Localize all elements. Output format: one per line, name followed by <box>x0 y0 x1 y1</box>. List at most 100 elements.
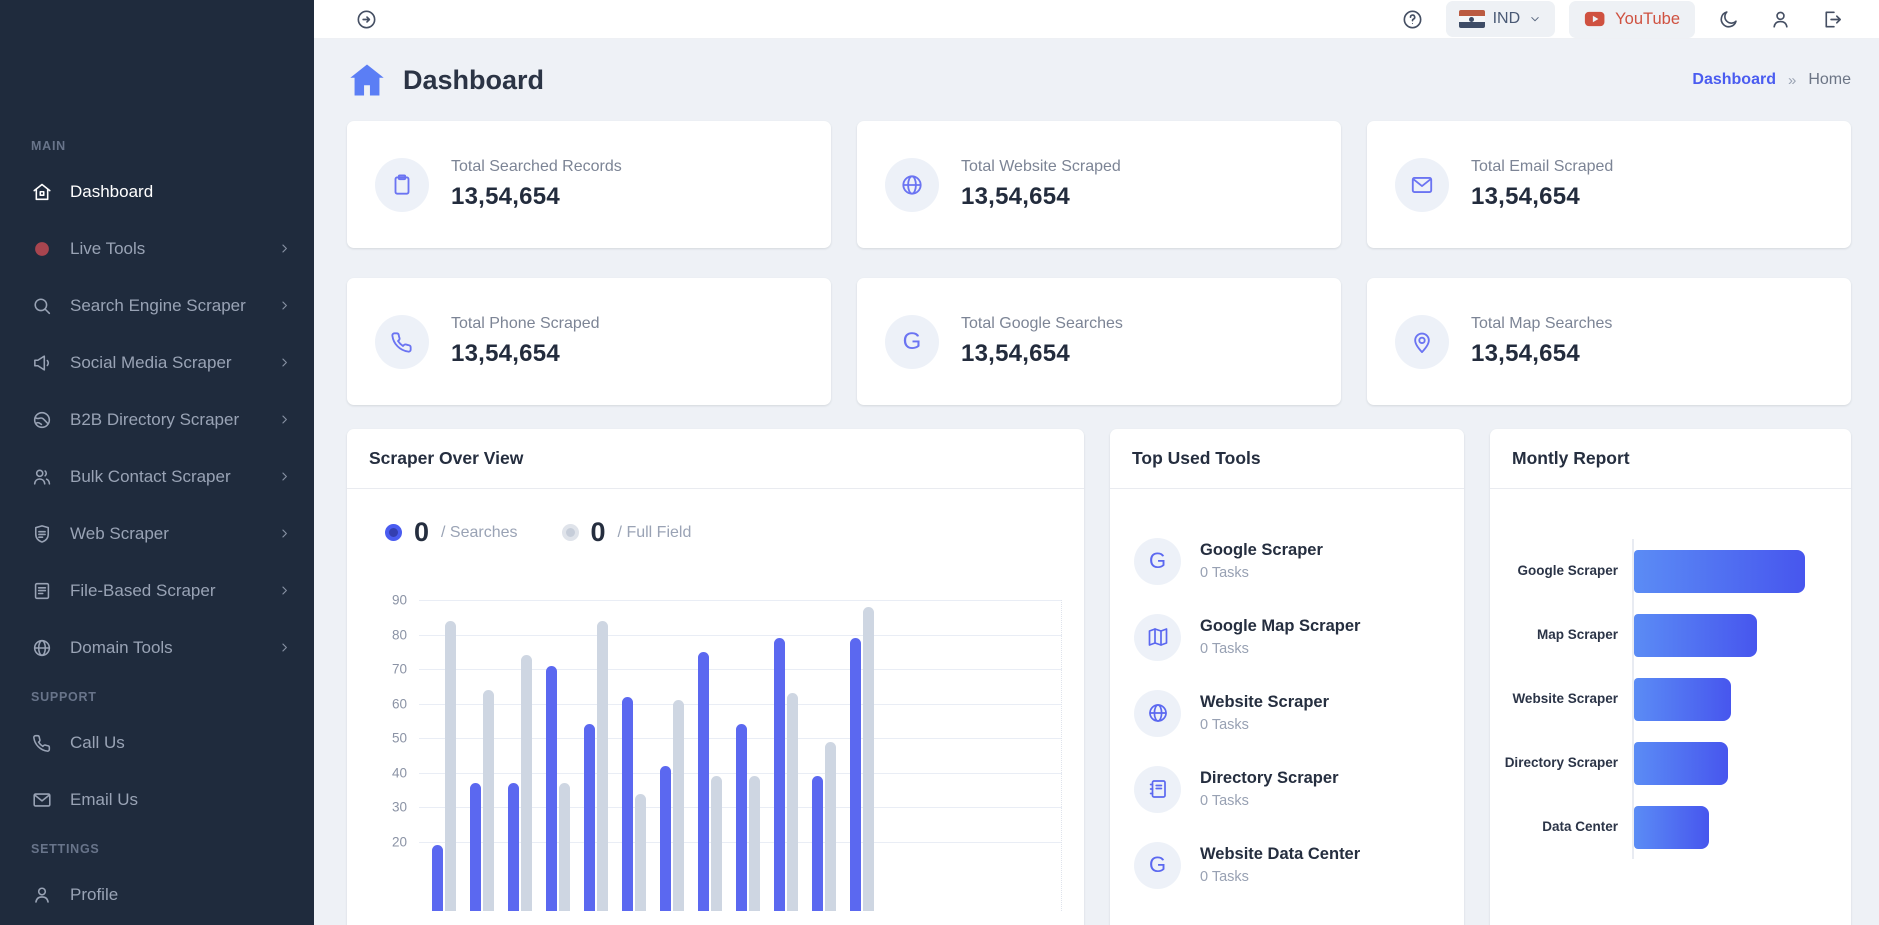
legend-item-full-field[interactable]: 0 / Full Field <box>562 517 692 548</box>
sidebar-item-search-engine-scraper[interactable]: Search Engine Scraper <box>0 277 314 334</box>
chevron-right-icon <box>277 526 292 541</box>
legend-label-full-field: / Full Field <box>618 524 692 542</box>
chevron-right-icon <box>277 241 292 256</box>
y-axis-tick-label: 30 <box>367 800 407 815</box>
mail-icon <box>31 789 53 811</box>
bar-full-field-10 <box>787 693 798 911</box>
globe-icon <box>1134 690 1181 737</box>
stat-card-total-website-scraped: Total Website Scraped13,54,654 <box>857 121 1341 248</box>
tool-name: Website Scraper <box>1200 693 1329 712</box>
sidebar-item-email-us[interactable]: Email Us <box>0 771 314 828</box>
sidebar-item-bulk-contact-scraper[interactable]: Bulk Contact Scraper <box>0 448 314 505</box>
top-tools-panel: Top Used Tools GGoogle Scraper0 TasksGoo… <box>1110 429 1464 925</box>
monthly-bar-google-scraper <box>1634 550 1805 593</box>
chevron-right-icon <box>277 412 292 427</box>
globe-icon <box>31 637 53 659</box>
sidebar-item-live-tools[interactable]: Live Tools <box>0 220 314 277</box>
india-flag-icon <box>1459 10 1485 28</box>
circle-arrow-right-icon <box>355 8 378 31</box>
main-column: IND YouTube <box>314 0 1879 925</box>
sidebar-item-call-us[interactable]: Call Us <box>0 714 314 771</box>
profile-button[interactable] <box>1761 0 1799 38</box>
tool-task-count: 0 Tasks <box>1200 793 1339 809</box>
bar-full-field-4 <box>559 783 570 911</box>
scraper-overview-panel: Scraper Over View 0 / Searches 0 / Full … <box>347 429 1084 925</box>
y-axis-tick-label: 70 <box>367 662 407 677</box>
scraper-bar-chart: 9080706050403020 <box>367 579 1064 925</box>
monthly-bar-data-center <box>1634 806 1709 849</box>
breadcrumb-current[interactable]: Dashboard <box>1692 71 1776 89</box>
stat-text: Total Google Searches13,54,654 <box>961 315 1123 368</box>
g-letter-icon: G <box>885 315 939 369</box>
tool-task-count: 0 Tasks <box>1200 717 1329 733</box>
tool-item-google-scraper[interactable]: GGoogle Scraper0 Tasks <box>1134 523 1440 599</box>
bar-searches-10 <box>774 638 785 911</box>
theme-toggle-button[interactable] <box>1709 0 1747 38</box>
bar-searches-2 <box>470 783 481 911</box>
y-axis-tick-label: 80 <box>367 627 407 642</box>
monthly-bar-directory-scraper <box>1634 742 1728 785</box>
stat-card-total-phone-scraped: Total Phone Scraped13,54,654 <box>347 278 831 405</box>
page-title-row: Dashboard Dashboard » Home <box>347 62 1851 98</box>
sidebar-item-domain-tools[interactable]: Domain Tools <box>0 619 314 676</box>
sidebar-item-profile[interactable]: Profile <box>0 866 314 923</box>
logout-button[interactable] <box>1813 0 1851 38</box>
sidebar-section-label-main: MAIN <box>0 125 314 163</box>
chevron-right-icon <box>277 355 292 370</box>
breadcrumb-parent[interactable]: Home <box>1808 71 1851 89</box>
tools-list: GGoogle Scraper0 TasksGoogle Map Scraper… <box>1110 489 1464 903</box>
monthly-bar-chart: Google ScraperMap ScraperWebsite Scraper… <box>1490 489 1851 859</box>
monthly-bar-track <box>1632 795 1833 859</box>
stat-value: 13,54,654 <box>451 340 600 368</box>
sidebar-item-social-media-scraper[interactable]: Social Media Scraper <box>0 334 314 391</box>
stat-value: 13,54,654 <box>1471 340 1612 368</box>
g-letter-icon: G <box>1134 538 1181 585</box>
monthly-category-label: Website Scraper <box>1500 691 1632 707</box>
tool-item-website-scraper[interactable]: Website Scraper 0 Tasks <box>1134 675 1440 751</box>
monthly-row-directory-scraper: Directory Scraper <box>1500 731 1833 795</box>
tool-name: Google Scraper <box>1200 541 1323 560</box>
sidebar-item-web-scraper[interactable]: Web Scraper <box>0 505 314 562</box>
tool-name: Directory Scraper <box>1200 769 1339 788</box>
stat-text: Total Email Scraped13,54,654 <box>1471 158 1613 211</box>
sidebar: MAIN Dashboard Live ToolsSearch Engine Scr… <box>0 0 314 925</box>
tool-task-count: 0 Tasks <box>1200 641 1360 657</box>
user-icon <box>31 884 53 906</box>
legend-dot-gray-icon <box>562 524 579 541</box>
top-tools-title: Top Used Tools <box>1132 448 1261 469</box>
topbar: IND YouTube <box>314 0 1879 39</box>
sidebar-toggle-button[interactable] <box>347 0 385 38</box>
breadcrumb-separator: » <box>1788 72 1796 89</box>
sidebar-item-label: File-Based Scraper <box>70 581 277 601</box>
sidebar-item-dashboard[interactable]: Dashboard <box>0 163 314 220</box>
topbar-actions: IND YouTube <box>1394 0 1851 38</box>
tool-item-website-data-center[interactable]: GWebsite Data Center0 Tasks <box>1134 827 1440 903</box>
bar-searches-8 <box>698 652 709 911</box>
bar-full-field-11 <box>825 742 836 911</box>
help-button[interactable] <box>1394 0 1432 38</box>
sidebar-item-file-based-scraper[interactable]: File-Based Scraper <box>0 562 314 619</box>
sidebar-item-b2b-directory-scraper[interactable]: B2B Directory Scraper <box>0 391 314 448</box>
language-selector[interactable]: IND <box>1446 1 1556 37</box>
bar-full-field-1 <box>445 621 456 911</box>
stat-text: Total Map Searches13,54,654 <box>1471 315 1612 368</box>
megaphone-icon <box>31 352 53 374</box>
chevron-right-icon <box>277 469 292 484</box>
legend-item-searches[interactable]: 0 / Searches <box>385 517 518 548</box>
chevron-right-icon <box>277 640 292 655</box>
monthly-bar-track <box>1632 603 1833 667</box>
stat-card-total-google-searches: G Total Google Searches13,54,654 <box>857 278 1341 405</box>
stats-grid: Total Searched Records13,54,654Total Web… <box>347 121 1851 405</box>
monthly-bar-track <box>1632 731 1833 795</box>
tool-item-google-map-scraper[interactable]: Google Map Scraper0 Tasks <box>1134 599 1440 675</box>
sidebar-item-label: Dashboard <box>70 182 292 202</box>
bar-full-field-5 <box>597 621 608 911</box>
file-lines-icon <box>31 580 53 602</box>
tool-name: Website Data Center <box>1200 845 1360 864</box>
bar-searches-1 <box>432 845 443 911</box>
monthly-report-header: Montly Report <box>1490 429 1851 489</box>
tool-item-directory-scraper[interactable]: Directory Scraper 0 Tasks <box>1134 751 1440 827</box>
youtube-button[interactable]: YouTube <box>1569 1 1695 38</box>
bar-searches-6 <box>622 697 633 911</box>
bar-searches-4 <box>546 666 557 911</box>
